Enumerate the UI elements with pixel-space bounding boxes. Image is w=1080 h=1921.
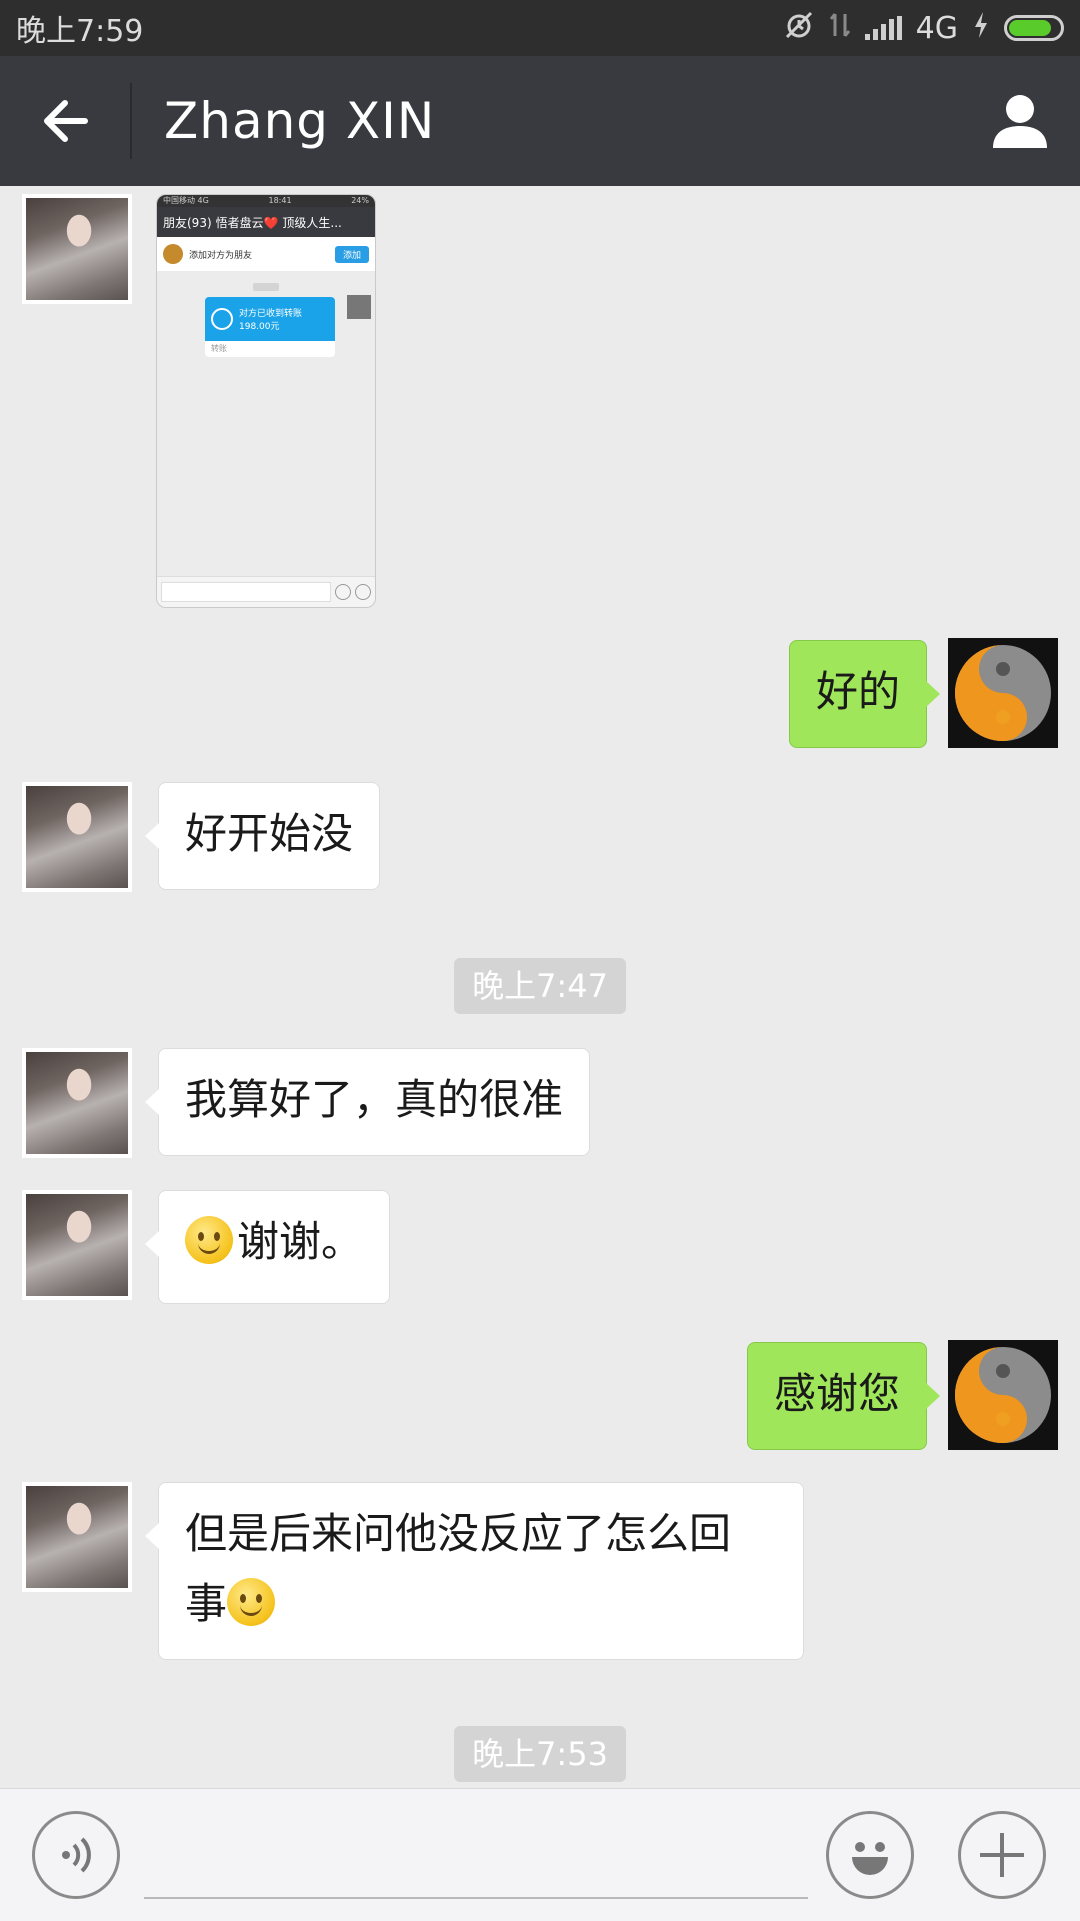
thumb-nav-count: 朋友(93) <box>163 215 212 230</box>
thumb-transfer-top: 对方已收到转账 198.00元 <box>205 297 335 341</box>
input-bar <box>0 1788 1080 1921</box>
timestamp: 晚上7:47 <box>454 958 626 1014</box>
person-icon <box>993 95 1047 148</box>
thumb-sender-avatar <box>347 295 371 319</box>
friend-avatar[interactable] <box>22 194 132 304</box>
message-bubble-in[interactable]: 谢谢。 <box>144 1190 391 1304</box>
network-label: 4G <box>915 10 958 46</box>
friend-avatar[interactable] <box>22 1482 132 1592</box>
my-avatar[interactable] <box>948 1340 1058 1450</box>
message-input[interactable] <box>144 1809 808 1899</box>
status-bar: 晚上7:59 4G <box>0 0 1080 56</box>
thumb-battery: 24% <box>351 196 369 205</box>
message-text: 感谢您 <box>773 1369 900 1418</box>
message-row: 感谢您 <box>0 1340 1080 1452</box>
chat-title: Zhang XIN <box>164 92 436 150</box>
thumb-transfer-amount: 198.00元 <box>239 322 280 332</box>
image-message[interactable]: 中国移动 4G 18:41 24% 朋友(93) 悟者盘云❤️ 顶级人生... … <box>156 194 376 608</box>
yin-yang-icon <box>948 638 1058 748</box>
data-transfer-icon <box>829 10 851 46</box>
timestamp: 晚上7:53 <box>454 1726 626 1782</box>
thumb-timestamp <box>253 283 279 291</box>
thumb-add-text: 添加对方为朋友 <box>189 250 253 261</box>
thumb-transfer-foot: 转账 <box>211 344 227 353</box>
chat-header: Zhang XIN <box>0 56 1080 186</box>
thumb-add-button: 添加 <box>334 245 369 263</box>
my-avatar[interactable] <box>948 638 1058 748</box>
yin-yang-icon <box>948 1340 1058 1450</box>
thumb-plus-icon <box>355 584 371 600</box>
message-text: 好的 <box>815 667 900 716</box>
thumb-status-bar: 中国移动 4G 18:41 24% <box>157 195 375 207</box>
status-time: 晚上7:59 <box>16 14 144 49</box>
back-button[interactable] <box>0 56 130 186</box>
thumb-transfer-text: 对方已收到转账 <box>239 309 303 319</box>
plus-icon <box>980 1833 1024 1877</box>
message-row: 好的 <box>0 638 1080 750</box>
friend-avatar[interactable] <box>22 782 132 892</box>
message-row: 谢谢。 <box>0 1190 1080 1306</box>
thumb-transfer-card: 对方已收到转账 198.00元 转账 <box>205 297 335 357</box>
message-text: 但是后来问他没反应了怎么回 <box>185 1509 732 1558</box>
message-bubble-in[interactable]: 但是后来问他没反应了怎么回 事 <box>145 1482 804 1660</box>
message-text: 我算好了，真的很准 <box>185 1075 564 1124</box>
voice-button[interactable] <box>32 1811 120 1899</box>
thumb-input-field <box>161 582 331 602</box>
voice-icon <box>62 1837 91 1873</box>
thumb-emoji-icon <box>335 584 351 600</box>
message-row: 但是后来问他没反应了怎么回 事 <box>0 1482 1080 1662</box>
more-button[interactable] <box>958 1811 1046 1899</box>
message-bubble-in[interactable]: 我算好了，真的很准 <box>144 1048 591 1156</box>
thumb-nav: 朋友(93) 悟者盘云❤️ 顶级人生... <box>157 207 375 237</box>
thumb-input-bar <box>157 576 375 607</box>
charging-icon <box>972 10 990 46</box>
nav-divider <box>130 83 132 159</box>
emoji-icon <box>852 1842 888 1875</box>
arrow-left-icon <box>44 100 88 142</box>
message-bubble-out[interactable]: 好的 <box>788 640 941 748</box>
message-text: 好开始没 <box>185 809 354 858</box>
message-text: 事 <box>185 1579 228 1628</box>
message-row-image: 中国移动 4G 18:41 24% 朋友(93) 悟者盘云❤️ 顶级人生... … <box>0 186 1080 616</box>
thumb-add-friend: 添加对方为朋友 添加 <box>157 237 375 271</box>
message-row: 好开始没 <box>0 782 1080 894</box>
status-icons: 4G <box>783 10 1064 46</box>
thumb-carrier: 中国移动 4G <box>163 196 209 205</box>
thumb-nav-title: 悟者盘云❤️ 顶级人生... <box>215 215 342 230</box>
thumb-avatar <box>163 244 183 264</box>
emoji-button[interactable] <box>826 1811 914 1899</box>
friend-avatar[interactable] <box>22 1048 132 1158</box>
thumb-time: 18:41 <box>268 196 292 205</box>
thumb-transfer-info: 对方已收到转账 198.00元 <box>239 306 302 332</box>
message-bubble-in[interactable]: 好开始没 <box>144 782 381 890</box>
smiley-emoji-icon <box>227 1578 276 1626</box>
alarm-off-icon <box>783 10 815 46</box>
message-row: 我算好了，真的很准 <box>0 1048 1080 1160</box>
message-text: 谢谢。 <box>237 1217 364 1266</box>
message-bubble-out[interactable]: 感谢您 <box>746 1342 941 1450</box>
transfer-icon <box>211 308 233 330</box>
friend-avatar[interactable] <box>22 1190 132 1300</box>
smiley-emoji-icon <box>185 1216 233 1264</box>
signal-icon <box>864 16 902 40</box>
message-list[interactable]: 中国移动 4G 18:41 24% 朋友(93) 悟者盘云❤️ 顶级人生... … <box>0 186 1080 1788</box>
battery-icon <box>1004 15 1064 41</box>
profile-button[interactable] <box>960 56 1080 186</box>
